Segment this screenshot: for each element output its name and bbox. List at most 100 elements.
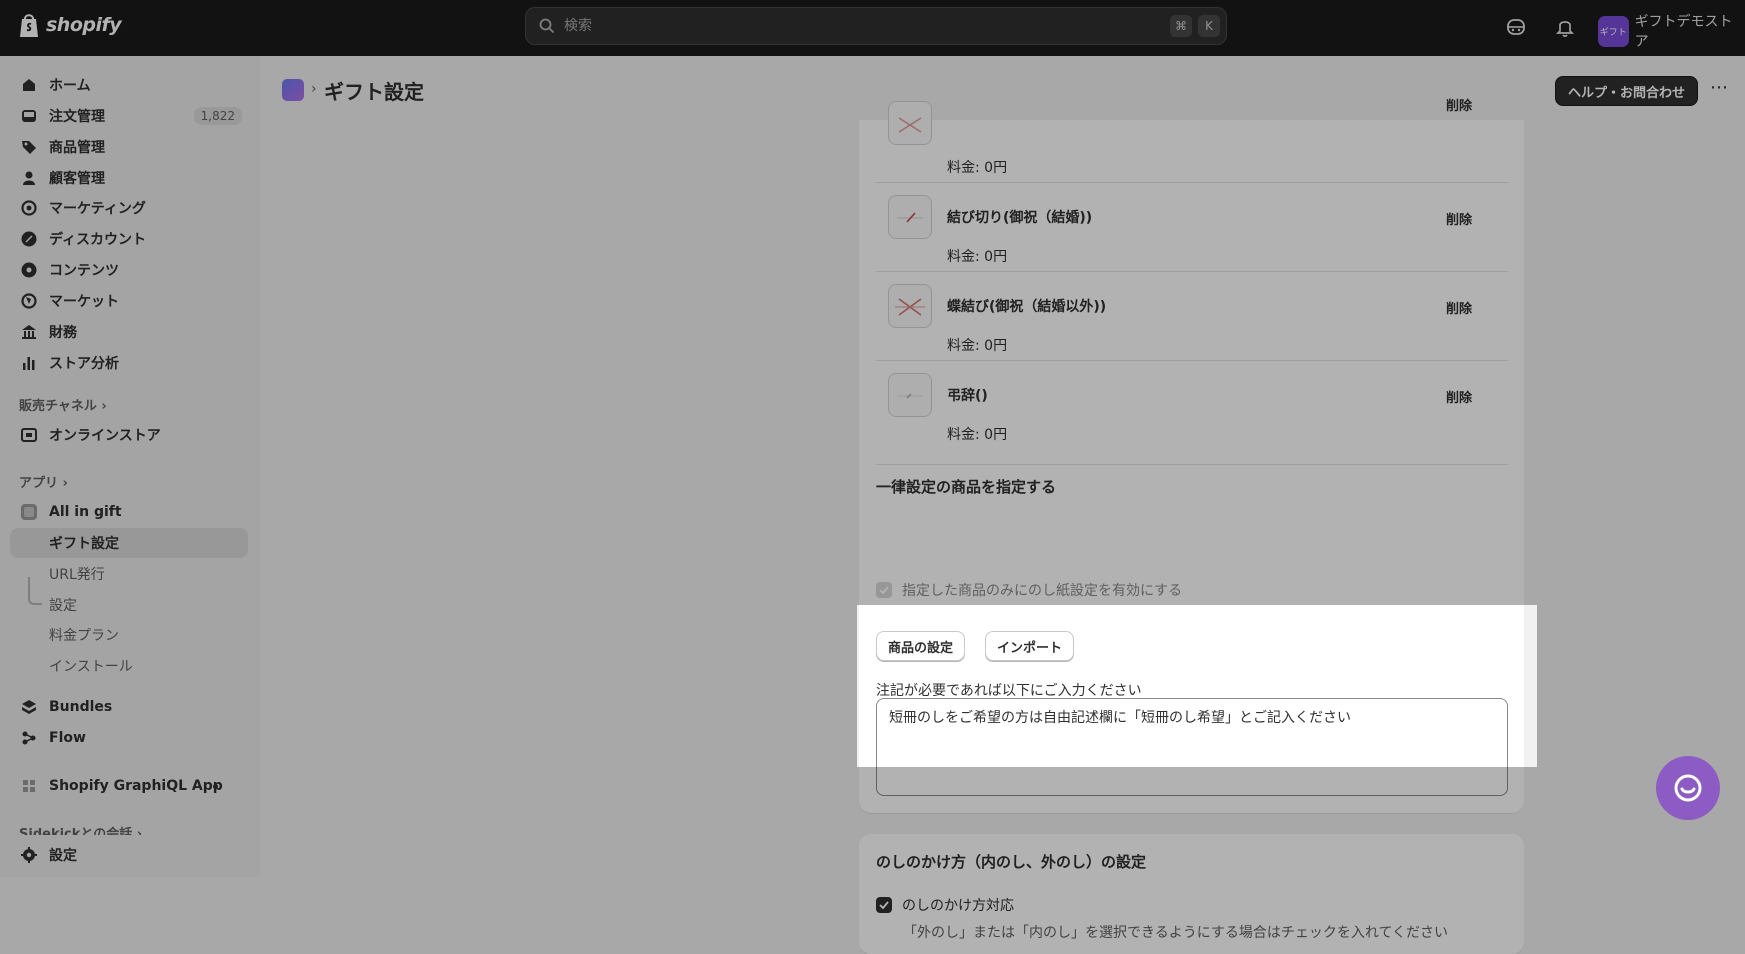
wrapping-method-title: のしのかけ方（内のし、外のし）の設定 [876, 853, 1147, 871]
store-avatar: ギフト [1598, 15, 1629, 47]
search-input[interactable] [562, 17, 1170, 35]
bank-icon [22, 325, 36, 339]
noshi-name: 蝶結び(御祝（結婚以外)) [947, 299, 1107, 315]
noshi-price: 料金: 0円 [947, 427, 1008, 443]
sidebar-item-orders[interactable]: 注文管理 1,822 [10, 101, 248, 131]
check-icon [879, 586, 889, 595]
noshi-thumbnail [888, 284, 932, 328]
noshi-price: 料金: 0円 [947, 338, 1008, 354]
all-in-gift-app-icon[interactable] [282, 79, 304, 101]
sidebar-item-graphiql[interactable]: Shopify GraphiQL App [10, 771, 248, 801]
tag-icon [22, 141, 36, 154]
sidebar-item-finance[interactable]: 財務 [10, 317, 248, 347]
apps-label: アプリ [19, 476, 59, 491]
sidebar-item-label: 財務 [49, 325, 77, 341]
discount-icon [21, 231, 37, 247]
gear-icon [21, 847, 37, 863]
sidebar-item-home[interactable]: ホーム [10, 70, 248, 100]
sidebar-item-label: ディスカウント [49, 232, 147, 248]
noshi-thumbnail [888, 373, 932, 417]
sales-channels-heading[interactable]: 販売チャネル › [19, 395, 107, 414]
sidebar-item-label: 設定 [49, 848, 77, 864]
delete-button[interactable]: 削除 [1446, 387, 1472, 406]
checkbox[interactable] [876, 897, 892, 913]
help-contact-button[interactable]: ヘルプ・お問合わせ [1555, 76, 1699, 106]
list-item: 結び切り(御祝（結婚)) 料金: 0円 削除 [876, 182, 1508, 272]
sidebar-item-settings[interactable]: 設定 [10, 840, 248, 870]
sidekick-label: Sidekickとの会話 [19, 827, 133, 835]
sidebar-item-label: ギフト設定 [49, 536, 119, 552]
sidebar-item-all-in-gift[interactable]: All in gift [10, 497, 248, 527]
checkbox-label: のしのかけ方対応 [902, 898, 1014, 914]
sidebar-item-products[interactable]: 商品管理 [10, 132, 248, 162]
sidebar-item-gift-settings[interactable]: ギフト設定 [10, 528, 248, 558]
list-item: 料金: 0円 削除 [876, 93, 1508, 183]
sidekick-heading[interactable]: Sidekickとの会話 › [19, 823, 142, 835]
sidebar-item-marketing[interactable]: マーケティング [10, 193, 248, 223]
noshi-name: 弔辞() [947, 388, 988, 404]
sidebar-item-bundles[interactable]: Bundles [10, 692, 248, 722]
wrapping-help-text: 「外のし」または「内のし」を選択できるようにする場合はチェックを入れてください [903, 925, 1449, 941]
shortcut-k-key: K [1198, 15, 1220, 37]
delete-button[interactable]: 削除 [1446, 95, 1472, 114]
search-bar[interactable]: ⌘ K [525, 7, 1227, 45]
sidebar-item-install[interactable]: インストール [10, 651, 248, 681]
bell-icon[interactable] [1554, 16, 1576, 38]
flow-icon [22, 731, 36, 745]
checkbox[interactable] [876, 582, 892, 598]
store-name: ギフトデモストア [1634, 14, 1733, 50]
noshi-settings-card: 料金: 0円 削除 結び切り(御祝（結婚)) 料金: 0円 削除 蝶結び(御祝（… [859, 99, 1524, 813]
chat-icon [1674, 774, 1702, 802]
check-icon [879, 901, 889, 910]
sidebar-item-label: 設定 [49, 598, 77, 614]
sidebar-item-label: ホーム [49, 78, 91, 94]
target-icon [21, 200, 37, 216]
uniform-only-checkbox[interactable]: 指定した商品のみにのし紙設定を有効にする [876, 580, 1182, 600]
content-icon [21, 262, 37, 278]
product-settings-button[interactable]: 商品の設定 [876, 631, 966, 661]
noshi-price: 料金: 0円 [947, 160, 1008, 176]
delete-button[interactable]: 削除 [1446, 298, 1472, 317]
chat-launcher-button[interactable] [1656, 756, 1720, 820]
sidebar-item-pricing[interactable]: 料金プラン [10, 620, 248, 650]
bundles-icon [22, 700, 36, 714]
inbox-icon [22, 110, 36, 122]
store-menu[interactable]: ギフト ギフトデモストア [1598, 11, 1745, 51]
ribbon-knot-icon [897, 212, 923, 223]
sidebar-item-label: Bundles [49, 699, 113, 715]
noshi-name: 結び切り(御祝（結婚)) [947, 210, 1093, 226]
checkbox-label: 指定した商品のみにのし紙設定を有効にする [902, 583, 1183, 599]
apps-heading[interactable]: アプリ › [19, 472, 68, 491]
sidebar-item-url-issue[interactable]: URL発行 [10, 559, 248, 589]
orders-count-badge: 1,822 [193, 107, 242, 125]
sidebar-item-customers[interactable]: 顧客管理 [10, 163, 248, 193]
sidekick-icon[interactable] [1505, 16, 1527, 38]
sidebar-item-label: All in gift [49, 504, 122, 520]
sidebar-item-markets[interactable]: マーケット [10, 286, 248, 316]
sidebar-item-flow[interactable]: Flow [10, 723, 248, 753]
wrapping-checkbox[interactable]: のしのかけ方対応 [876, 895, 1014, 915]
sidebar-item-online-store[interactable]: オンラインストア [10, 420, 248, 450]
sidebar-item-discounts[interactable]: ディスカウント [10, 224, 248, 254]
sidebar-item-content[interactable]: コンテンツ [10, 255, 248, 285]
chart-icon [23, 357, 35, 370]
sidebar-item-label: 商品管理 [49, 140, 105, 156]
delete-button[interactable]: 削除 [1446, 209, 1472, 228]
app-icon [21, 504, 37, 520]
globe-icon [21, 293, 37, 309]
sidebar-item-label: オンラインストア [49, 428, 161, 444]
graphiql-icon [23, 780, 35, 792]
main-content: › ギフト設定 ヘルプ・お問合わせ ⋯ 料金: 0円 削除 結び切り(御祝（結婚… [260, 56, 1745, 954]
sidebar-item-analytics[interactable]: ストア分析 [10, 348, 248, 378]
sidebar-item-app-settings[interactable]: 設定 [10, 590, 248, 620]
more-actions-icon[interactable]: ⋯ [1710, 79, 1730, 102]
import-button[interactable]: インポート [985, 631, 1075, 661]
shopify-logo[interactable]: shopify [18, 12, 122, 38]
chevron-right-icon: › [136, 827, 143, 835]
brand-name: shopify [46, 14, 122, 36]
sidebar-item-label: 顧客管理 [49, 171, 105, 187]
top-bar: shopify ⌘ K ギフト ギフトデモストア [0, 0, 1745, 56]
note-textarea[interactable]: 短冊のしをご希望の方は自由記述欄に「短冊のし希望」とご記入ください [876, 698, 1508, 796]
sales-channels-label: 販売チャネル [19, 399, 97, 414]
home-icon [23, 79, 35, 91]
